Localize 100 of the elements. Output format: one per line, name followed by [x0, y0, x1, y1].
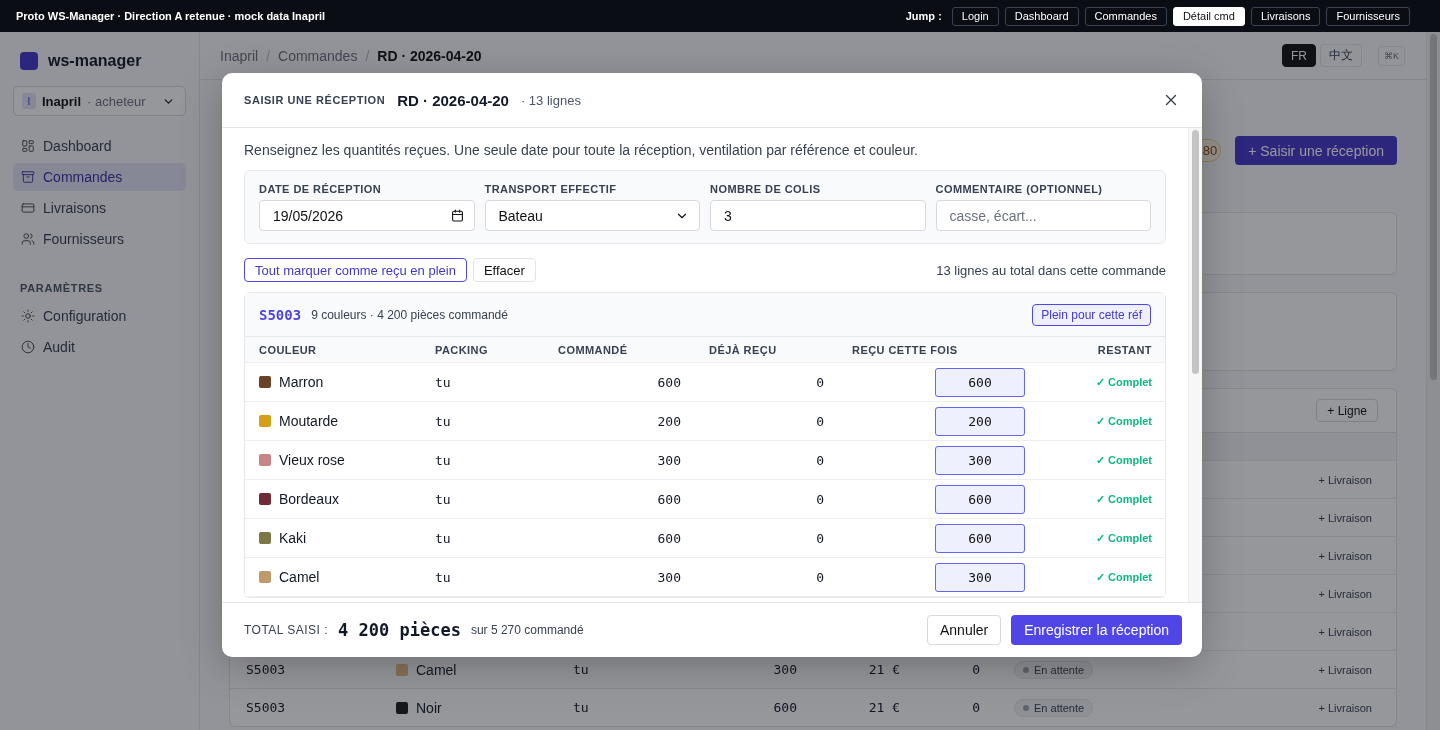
account-switcher[interactable]: I Inapril · acheteur [13, 86, 186, 116]
reference-summary: 9 couleurs · 4 200 pièces commandé [311, 307, 509, 322]
line-count: 13 lignes au total dans cette commande [936, 262, 1166, 278]
ordered-total: sur 5 270 commandé [470, 623, 585, 637]
table-cell-text: 0 [971, 662, 980, 677]
nav-item[interactable]: Dashboard [13, 132, 186, 160]
add-delivery-button[interactable]: + Livraison [1318, 625, 1372, 638]
color-name: Moutarde [279, 413, 339, 429]
color-name: Kaki [279, 530, 307, 546]
jump-label: Jump : [905, 10, 942, 22]
clock-icon [21, 340, 35, 354]
total-value: 4 200 pièces [338, 620, 461, 640]
account-initial: I [22, 93, 36, 109]
quantity-input[interactable]: 200 [935, 406, 1025, 436]
color-name: Bordeaux [279, 491, 339, 507]
dashboard-icon [21, 139, 35, 153]
table-cell-text: 0 [971, 700, 980, 715]
nav-item[interactable]: Commandes [13, 163, 186, 191]
save-reception-button[interactable]: Enregistrer la réception [1011, 615, 1182, 645]
field-label: NOMBRE DE COLIS [710, 183, 822, 195]
sun-icon [21, 309, 35, 323]
color-name: Marron [279, 374, 324, 390]
nav-item[interactable]: Livraisons [13, 194, 186, 222]
already-received-cell-text: 0 [815, 491, 824, 507]
packing-cell-text: tu [435, 491, 452, 507]
add-delivery-button[interactable]: + Livraison [1318, 473, 1372, 486]
transport-select[interactable]: Bateau [484, 200, 700, 231]
table-cell-text: 300 [772, 662, 797, 677]
quantity-input[interactable]: 600 [935, 484, 1025, 514]
ordered-cell-text: 600 [656, 374, 681, 390]
remaining-status: ✓ Complet [1094, 453, 1152, 467]
ordered-cell-text: 200 [656, 413, 681, 429]
quantity-input[interactable]: 300 [935, 445, 1025, 475]
table-cell-text: tu [573, 662, 590, 677]
breadcrumb-link[interactable]: RD · 2026-04-20 [377, 47, 482, 64]
table-cell-text: 21 € [867, 700, 900, 715]
scrollbar[interactable] [1426, 32, 1440, 730]
language-toggle[interactable]: 中文 [1320, 44, 1362, 67]
users-icon [21, 232, 35, 246]
ordered-cell-text: 600 [656, 491, 681, 507]
language-toggle[interactable]: FR [1282, 44, 1316, 67]
breadcrumb-separator: / [365, 47, 370, 64]
nav-item[interactable]: Audit [13, 333, 186, 361]
already-received-cell-text: 0 [815, 413, 824, 429]
reference-code: S5003 [259, 306, 302, 323]
color-name: Camel [279, 569, 320, 585]
packing-cell-text: tu [435, 413, 452, 429]
quantity-input[interactable]: 600 [935, 523, 1025, 553]
remaining-status: ✓ Complet [1094, 492, 1152, 506]
add-delivery-button[interactable]: + Livraison [1318, 511, 1372, 524]
table-cell-text: S5003 [246, 700, 287, 715]
dialog-kicker: SAISIR UNE RÉCEPTION [244, 94, 386, 106]
field-label: DATE DE RÉCEPTION [259, 183, 383, 195]
already-received-cell-text: 0 [815, 452, 824, 468]
prototype-title: Proto WS-Manager · Direction A retenue · mock data Inapril [16, 10, 326, 22]
nav-item[interactable]: Configuration [13, 302, 186, 330]
add-delivery-button[interactable]: + Livraison [1318, 701, 1372, 714]
fill-reference-button[interactable]: Plein pour cette réf [1032, 303, 1151, 326]
status-dot [1023, 666, 1029, 673]
input-field[interactable]: 3 [710, 200, 926, 231]
add-delivery-button[interactable]: + Livraison [1318, 587, 1372, 600]
mark-all-received-button[interactable]: Tout marquer comme reçu en plein [244, 258, 467, 282]
jump-link[interactable]: Détail cmd [1172, 6, 1245, 26]
status-badge: En attente [1014, 660, 1094, 679]
dialog-subtitle: · 13 lignes [520, 92, 582, 108]
color-name: Vieux rose [279, 452, 345, 468]
column-header: PACKING [435, 343, 489, 356]
add-delivery-button[interactable]: + Livraison [1318, 663, 1372, 676]
input-field[interactable]: casse, écart... [935, 200, 1151, 231]
remaining-status: ✓ Complet [1094, 531, 1152, 545]
add-line-button[interactable]: + Ligne [1316, 399, 1378, 422]
quantity-input[interactable]: 600 [935, 367, 1025, 397]
packing-cell-text: tu [435, 530, 452, 546]
jump-link[interactable]: Login [951, 6, 999, 26]
jump-link[interactable]: Commandes [1084, 6, 1167, 26]
jump-link[interactable]: Fournisseurs [1326, 6, 1410, 26]
section-heading: PARAMÈTRES [19, 282, 104, 294]
date-field[interactable]: 19/05/2026 [259, 200, 475, 231]
remaining-status: ✓ Complet [1094, 414, 1152, 428]
jump-link[interactable]: Dashboard [1004, 6, 1079, 26]
clear-button[interactable]: Effacer [472, 258, 536, 282]
ordered-cell-text: 300 [656, 569, 681, 585]
app-name: ws-manager [48, 52, 142, 70]
quantity-input[interactable]: 300 [935, 562, 1025, 592]
table-cell: Noir [416, 699, 442, 716]
cancel-button[interactable]: Annuler [927, 615, 1002, 645]
table-cell-text: tu [573, 700, 590, 715]
packing-cell-text: tu [435, 374, 452, 390]
add-delivery-button[interactable]: + Livraison [1318, 549, 1372, 562]
scrollbar[interactable] [1188, 128, 1202, 602]
nav-item[interactable]: Fournisseurs [13, 225, 186, 253]
remaining-status: ✓ Complet [1094, 570, 1152, 584]
status-badge: En attente [1014, 698, 1094, 717]
add-reception-button[interactable]: + Saisir une réception [1235, 136, 1397, 165]
jump-link[interactable]: Livraisons [1250, 6, 1321, 26]
table-cell-text: 21 € [867, 662, 900, 677]
archive-icon [21, 170, 35, 184]
status-dot [1023, 704, 1029, 711]
field-label: TRANSPORT EFFECTIF [484, 183, 618, 195]
column-header: REÇU CETTE FOIS [852, 343, 959, 356]
